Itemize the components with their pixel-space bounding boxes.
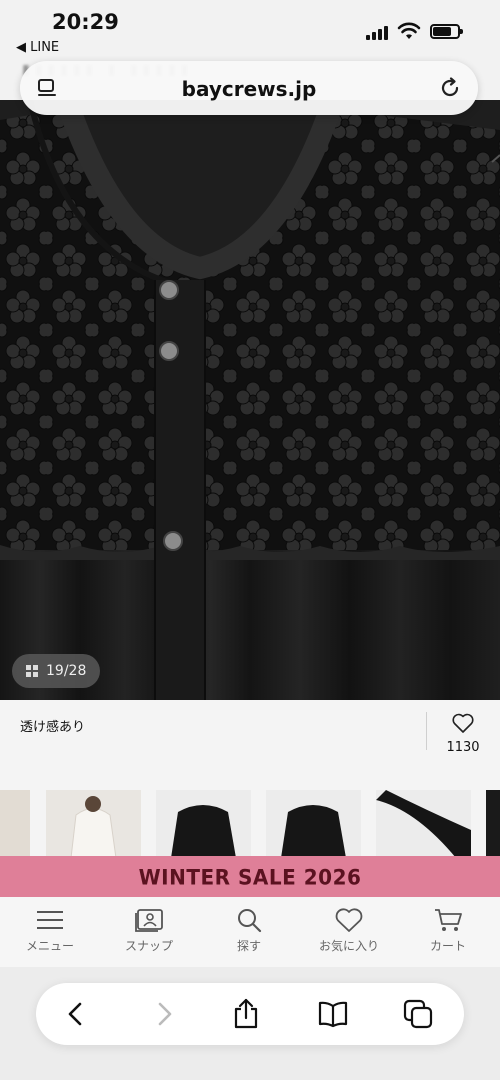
tab-favorites-label: お気に入り	[318, 939, 379, 953]
search-icon	[238, 909, 262, 933]
menu-icon	[37, 911, 63, 929]
favorite-button[interactable]: 1130	[440, 712, 486, 755]
tab-cart[interactable]: カート	[403, 907, 493, 954]
grid-icon	[26, 665, 38, 677]
reload-icon[interactable]	[438, 76, 462, 100]
forward-icon[interactable]	[148, 998, 180, 1030]
thumbnail[interactable]	[376, 790, 471, 858]
back-icon[interactable]	[60, 998, 92, 1030]
image-counter[interactable]: 19/28	[12, 654, 100, 688]
tab-cart-label: カート	[429, 939, 466, 953]
tabs-icon[interactable]	[402, 998, 434, 1030]
tab-snap[interactable]: スナップ	[104, 907, 194, 954]
blouse-photo	[0, 100, 500, 700]
product-image[interactable]	[0, 100, 500, 700]
divider	[426, 712, 427, 750]
sale-banner[interactable]: WINTER SALE 2026	[0, 856, 500, 898]
heart-icon	[335, 908, 363, 932]
status-time: 20:29	[52, 10, 119, 34]
thumbnail[interactable]	[486, 790, 500, 858]
status-bar: 20:29 ◀ LINE	[0, 0, 500, 60]
tab-favorites[interactable]: お気に入り	[304, 907, 394, 954]
snap-icon	[135, 909, 163, 932]
address-bar[interactable]: baycrews.jp	[20, 61, 478, 115]
signal-icon	[366, 26, 388, 40]
thumbnail-strip	[0, 770, 500, 858]
tab-search-label: 探す	[236, 939, 261, 953]
favorite-count: 1130	[446, 740, 480, 755]
battery-icon	[430, 24, 463, 39]
thumbnail[interactable]	[156, 790, 251, 858]
image-caption-row: 透け感あり 1130	[0, 700, 500, 770]
site-tab-bar: メニュー スナップ 探す お気に入り カート	[0, 897, 500, 967]
tab-menu[interactable]: メニュー	[5, 907, 95, 954]
image-caption: 透け感あり	[20, 720, 86, 735]
thumbnail[interactable]	[46, 790, 141, 858]
image-counter-text: 19/28	[46, 663, 87, 679]
bookmarks-icon[interactable]	[317, 998, 349, 1030]
thumbnail[interactable]	[266, 790, 361, 858]
share-icon[interactable]	[230, 998, 262, 1030]
tab-search[interactable]: 探す	[204, 907, 294, 954]
tab-menu-label: メニュー	[25, 939, 74, 953]
url-text[interactable]: baycrews.jp	[20, 77, 478, 101]
cart-icon	[435, 909, 462, 931]
browser-toolbar	[36, 983, 464, 1045]
wifi-icon	[397, 22, 421, 39]
thumbnail[interactable]	[0, 790, 30, 858]
tab-snap-label: スナップ	[124, 939, 173, 953]
heart-icon	[452, 713, 474, 733]
back-to-app-link[interactable]: ◀ LINE	[16, 40, 59, 55]
